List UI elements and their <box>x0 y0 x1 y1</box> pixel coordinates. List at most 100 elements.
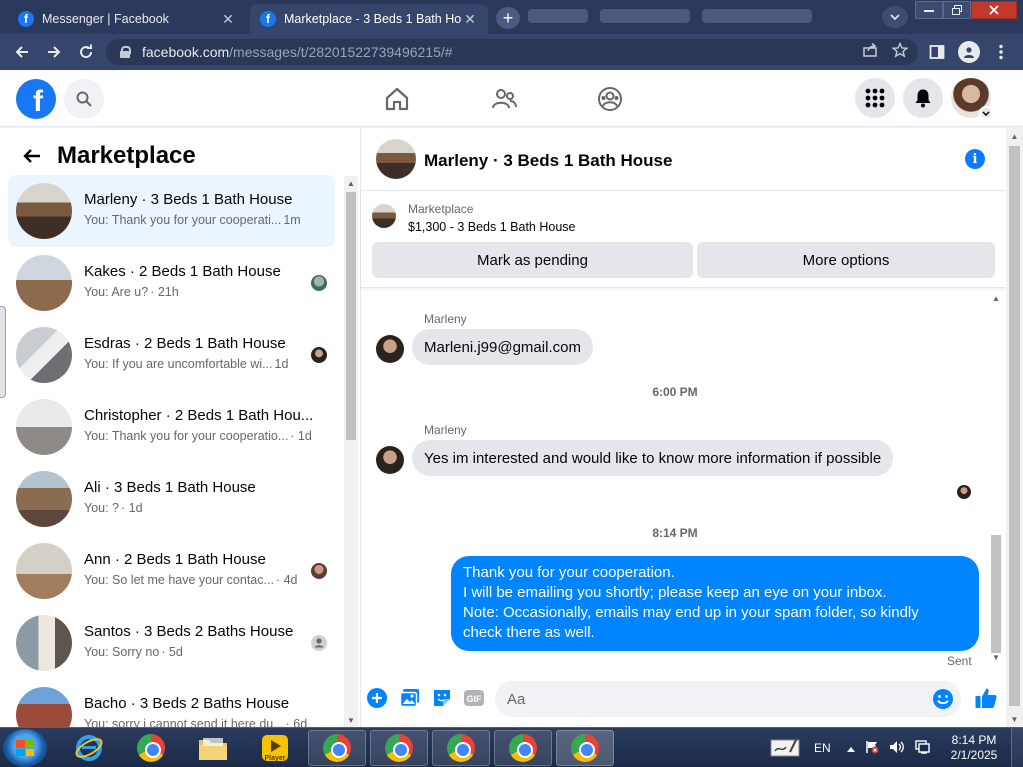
conversation-preview: You: If you are uncomfortable wi... <box>84 357 273 371</box>
sticker-icon[interactable] <box>431 687 453 709</box>
scroll-up-icon[interactable]: ▲ <box>1006 128 1023 144</box>
chat-title[interactable]: Marleny · 3 Beds 1 Bath House <box>424 151 672 171</box>
scrollbar-thumb[interactable] <box>991 535 1001 653</box>
conversation-preview: You: Thank you for your cooperatio... <box>84 429 289 443</box>
action-center-flag-icon[interactable] <box>865 740 879 757</box>
listing-thumbnail[interactable] <box>372 204 396 228</box>
browser-menu-icon[interactable] <box>990 41 1012 63</box>
scroll-down-icon[interactable]: ▼ <box>1006 711 1023 727</box>
address-bar[interactable]: facebook.com/messages/t/2820152273949621… <box>106 39 918 65</box>
chat-listing-avatar[interactable] <box>376 139 416 179</box>
message-composer: GIF Aa <box>361 670 1006 727</box>
tab-messenger[interactable]: f Messenger | Facebook ✕ <box>8 4 246 34</box>
player-label: Player <box>264 755 285 762</box>
home-icon[interactable] <box>382 84 412 114</box>
conversation-item[interactable]: Esdras · 2 Beds 1 Bath House You: If you… <box>8 319 335 391</box>
tab-marketplace[interactable]: f Marketplace - 3 Beds 1 Bath Hous ✕ <box>250 4 488 34</box>
conversation-item[interactable]: Kakes · 2 Beds 1 Bath House You: Are u? … <box>8 247 335 319</box>
start-button[interactable] <box>3 729 47 767</box>
friends-icon[interactable] <box>489 84 519 114</box>
conversation-item[interactable]: Ann · 2 Beds 1 Bath House You: So let me… <box>8 535 335 607</box>
conversation-time: · 5d <box>161 645 183 659</box>
scroll-down-icon[interactable]: ▼ <box>989 650 1003 664</box>
side-handle[interactable] <box>0 306 6 398</box>
emoji-icon[interactable] <box>931 687 955 711</box>
browser-profile-icon[interactable] <box>958 41 980 63</box>
sender-avatar[interactable] <box>376 335 404 363</box>
info-icon[interactable]: i <box>965 149 985 169</box>
window-close-icon[interactable] <box>971 1 1017 19</box>
internet-explorer-icon[interactable] <box>60 730 118 766</box>
search-icon[interactable] <box>64 79 104 119</box>
conversation-item[interactable]: Christopher · 2 Beds 1 Bath Hou... You: … <box>8 391 335 463</box>
back-arrow-icon[interactable] <box>20 144 44 168</box>
network-icon[interactable] <box>914 739 931 757</box>
notifications-bell-icon[interactable] <box>903 78 943 118</box>
page-scrollbar[interactable]: ▲ ▼ <box>1006 128 1023 727</box>
chrome-window-3[interactable] <box>432 730 490 766</box>
share-icon[interactable] <box>862 42 878 61</box>
thumbs-up-icon[interactable] <box>973 685 999 711</box>
conversation-time: 1m <box>283 213 301 227</box>
account-avatar[interactable] <box>951 78 993 120</box>
facebook-logo-icon[interactable]: f <box>16 79 56 119</box>
chrome-window-1[interactable] <box>308 730 366 766</box>
photo-icon[interactable] <box>399 687 421 709</box>
conversation-preview: You: Sorry no <box>84 645 160 659</box>
conversation-item[interactable]: Ali · 3 Beds 1 Bath House You: ? · 1d <box>8 463 335 535</box>
restore-icon[interactable] <box>943 1 971 19</box>
show-hidden-icons-icon[interactable] <box>846 741 855 755</box>
more-options-button[interactable]: More options <box>697 242 995 278</box>
clock[interactable]: 8:14 PM 2/1/2025 <box>948 733 1000 763</box>
minimize-icon[interactable] <box>915 1 943 19</box>
close-tab-icon[interactable]: ✕ <box>462 11 478 28</box>
scrollbar-thumb[interactable] <box>1009 146 1020 706</box>
conversation-item[interactable]: Marleny · 3 Beds 1 Bath House You: Thank… <box>8 175 335 247</box>
chrome-window-4[interactable] <box>494 730 552 766</box>
side-panel-icon[interactable] <box>926 41 948 63</box>
chrome-icon[interactable] <box>122 730 180 766</box>
mark-as-pending-button[interactable]: Mark as pending <box>372 242 693 278</box>
bookmark-star-icon[interactable] <box>891 41 909 61</box>
groups-icon[interactable] <box>595 84 625 114</box>
conversation-preview: You: sorry i cannot send it here du... <box>84 717 284 727</box>
conversation-time: · 6d <box>285 717 308 727</box>
conversation-list: Marleny · 3 Beds 1 Bath House You: Thank… <box>8 175 335 727</box>
language-indicator[interactable]: EN <box>814 741 831 755</box>
menu-grid-icon[interactable] <box>855 78 895 118</box>
new-tab-button[interactable]: + <box>496 7 520 29</box>
listing-price-title[interactable]: $1,300 - 3 Beds 1 Bath House <box>408 220 575 234</box>
show-desktop-button[interactable] <box>1011 728 1023 767</box>
close-tab-icon[interactable]: ✕ <box>220 11 236 28</box>
media-player-icon[interactable]: Player <box>246 730 304 766</box>
lock-icon <box>120 46 131 58</box>
tab-title: Marketplace - 3 Beds 1 Bath Hous <box>284 12 462 26</box>
conversation-list-scrollbar[interactable]: ▲ ▼ <box>344 176 358 727</box>
file-explorer-icon[interactable] <box>184 730 242 766</box>
back-icon[interactable] <box>10 40 34 64</box>
chrome-window-5[interactable] <box>556 730 614 766</box>
reload-icon[interactable] <box>74 40 98 64</box>
scroll-down-icon[interactable]: ▼ <box>344 713 358 727</box>
tab-search-chevron-icon[interactable] <box>882 6 908 28</box>
gif-icon[interactable]: GIF <box>463 687 485 709</box>
incoming-message[interactable]: Marleni.j99@gmail.com <box>412 329 593 365</box>
message-input[interactable]: Aa <box>495 681 961 717</box>
incoming-message[interactable]: Yes im interested and would like to know… <box>412 440 894 476</box>
volume-icon[interactable] <box>889 740 905 757</box>
chat-panel: Marleny · 3 Beds 1 Bath House i Marketpl… <box>361 128 1023 727</box>
scrollbar-thumb[interactable] <box>346 192 356 440</box>
plus-circle-icon[interactable] <box>366 687 388 709</box>
message-timestamp: 8:14 PM <box>652 526 698 540</box>
handwriting-icon[interactable] <box>770 736 800 761</box>
scroll-up-icon[interactable]: ▲ <box>989 291 1003 305</box>
message-thread-scrollbar[interactable]: ▲ ▼ <box>989 289 1003 670</box>
scroll-up-icon[interactable]: ▲ <box>344 176 358 190</box>
sender-avatar[interactable] <box>376 446 404 474</box>
read-receipt-avatar <box>311 347 327 363</box>
conversation-item[interactable]: Bacho · 3 Beds 2 Baths House You: sorry … <box>8 679 335 727</box>
conversation-item[interactable]: Santos · 3 Beds 2 Baths House You: Sorry… <box>8 607 335 679</box>
chrome-window-2[interactable] <box>370 730 428 766</box>
forward-icon[interactable] <box>42 40 66 64</box>
outgoing-message[interactable]: Thank you for your cooperation. I will b… <box>451 556 979 651</box>
